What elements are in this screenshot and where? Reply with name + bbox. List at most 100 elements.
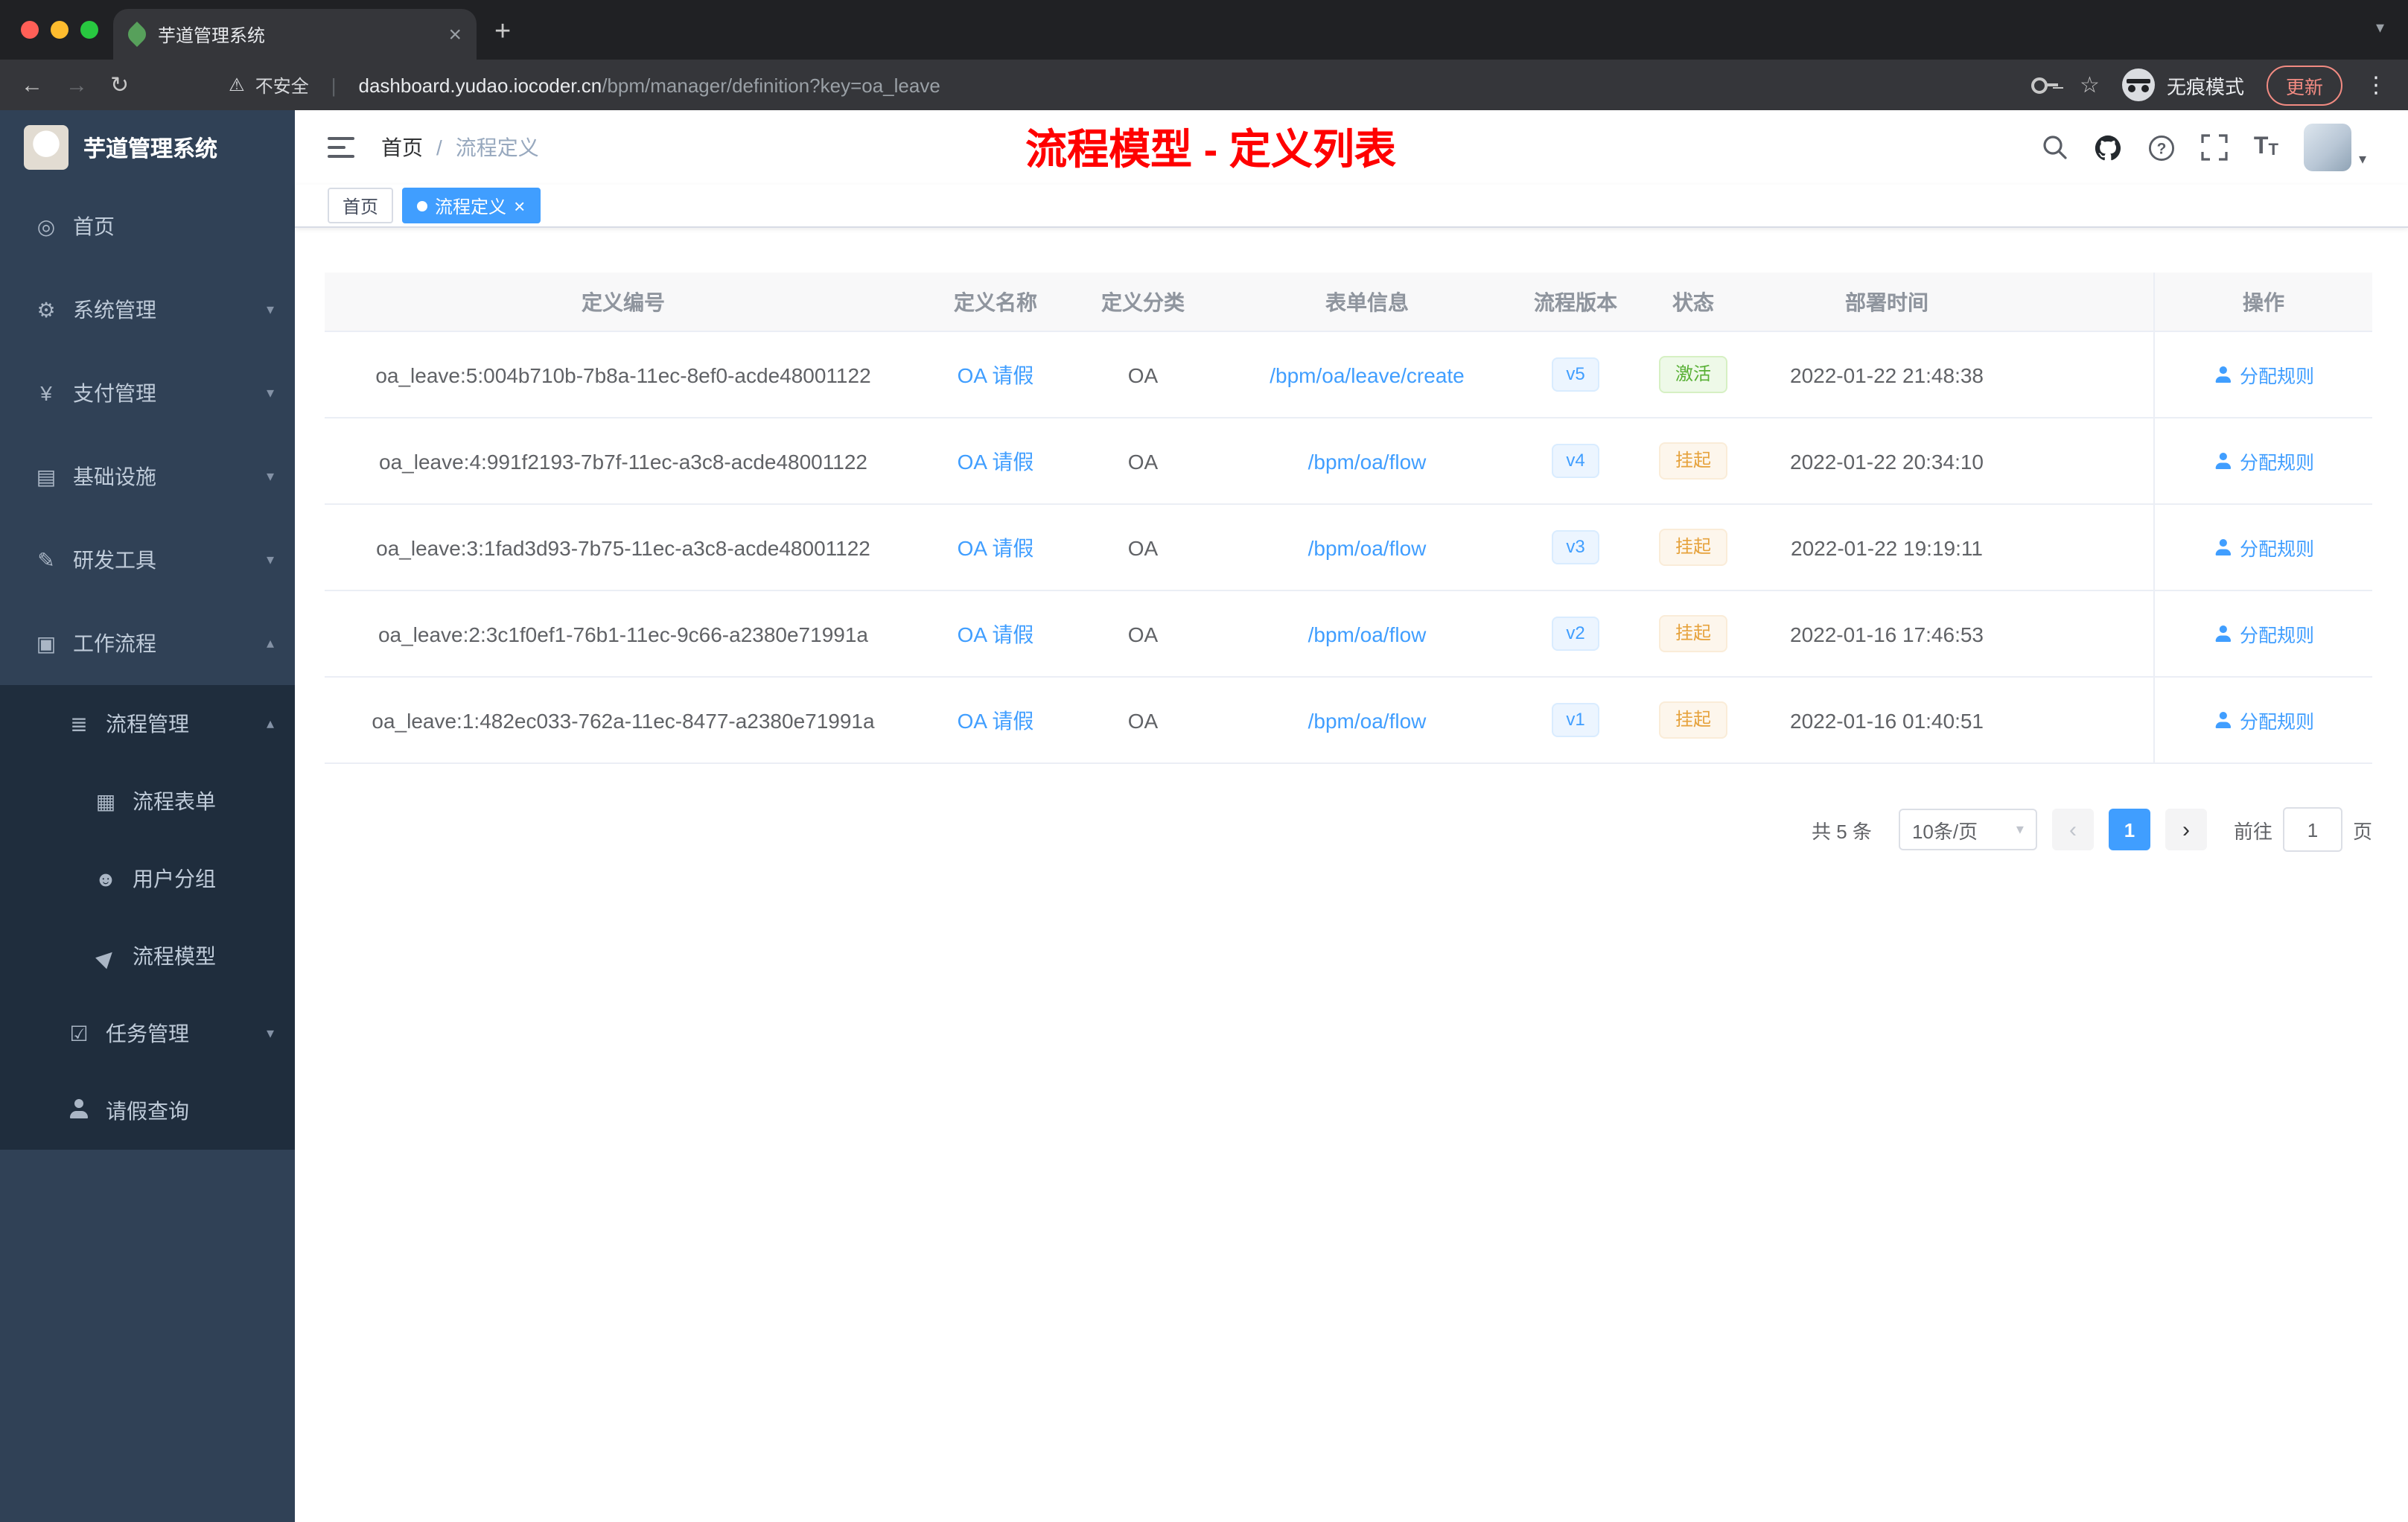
close-icon[interactable]: × <box>514 196 525 215</box>
cell-filler <box>2021 591 2153 676</box>
close-window-button[interactable] <box>21 21 39 39</box>
incognito-label: 无痕模式 <box>2166 75 2244 98</box>
search-icon[interactable] <box>2042 134 2069 161</box>
sidebar-item-process-form[interactable]: ▦ 流程表单 <box>0 762 295 840</box>
tag-label: 首页 <box>343 196 379 217</box>
next-page-button[interactable]: › <box>2165 809 2207 850</box>
app-root: 芋道管理系统 ◎ 首页 ⚙ 系统管理 ▾ ¥ 支付管理 ▾ ▤ 基础设施 ▾ ✎… <box>0 110 2408 1522</box>
cell-deploy-time: 2022-01-22 19:19:11 <box>1791 535 1983 559</box>
new-tab-button[interactable]: + <box>494 16 511 49</box>
key-icon[interactable] <box>2030 74 2058 95</box>
user-icon <box>2214 625 2231 643</box>
workflow-submenu: ≣ 流程管理 ▴ ▦ 流程表单 ☻ 用户分组 ▶ 流程模型 ☑ 任务管理 ▾ 请… <box>0 685 295 1150</box>
assign-rule-link[interactable]: 分配规则 <box>2213 447 2314 475</box>
app-title: 芋道管理系统 <box>83 136 218 162</box>
help-icon[interactable]: ? <box>2148 133 2176 162</box>
sidebar-item-label: 流程模型 <box>133 944 216 968</box>
sidebar-item-label: 首页 <box>73 214 115 238</box>
cell-category: OA <box>1127 449 1159 473</box>
sidebar-item-label: 流程表单 <box>133 789 216 813</box>
minimize-window-button[interactable] <box>51 21 69 39</box>
assign-rule-link[interactable]: 分配规则 <box>2213 533 2314 561</box>
col-status: 状态 <box>1672 290 1714 313</box>
breadcrumb-home[interactable]: 首页 <box>381 133 423 162</box>
assign-rule-label: 分配规则 <box>2239 712 2314 733</box>
page-content: 定义编号 定义名称 定义分类 表单信息 流程版本 状态 部署时间 操作 oa_l… <box>295 228 2408 852</box>
assign-rule-label: 分配规则 <box>2239 453 2314 474</box>
version-tag: v1 <box>1551 703 1600 737</box>
cell-definition-id: oa_leave:3:1fad3d93-7b75-11ec-a3c8-acde4… <box>376 535 870 559</box>
browser-tab[interactable]: 芋道管理系统 × <box>113 9 477 60</box>
page-button-1[interactable]: 1 <box>2108 809 2150 850</box>
reload-icon[interactable]: ↻ <box>110 74 129 96</box>
url-field[interactable]: dashboard.yudao.iocoder.cn/bpm/manager/d… <box>359 74 940 96</box>
assign-rule-link[interactable]: 分配规则 <box>2213 706 2314 734</box>
tab-close-icon[interactable]: × <box>448 23 462 45</box>
browser-menu-icon[interactable]: ⋮ <box>2365 71 2387 98</box>
cell-category: OA <box>1127 622 1159 646</box>
definition-name-link[interactable]: OA 请假 <box>958 532 1034 562</box>
yen-icon: ¥ <box>40 381 52 405</box>
definition-name-link[interactable]: OA 请假 <box>958 705 1034 735</box>
browser-window: 芋道管理系统 × + ▾ ← → ↻ ⚠ 不安全 | dashboard.yud… <box>0 0 2408 1522</box>
tag-process-definition[interactable]: 流程定义 × <box>402 188 541 223</box>
fullscreen-icon[interactable] <box>2202 134 2229 161</box>
bookmark-star-icon[interactable]: ☆ <box>2080 71 2100 98</box>
assign-rule-link[interactable]: 分配规则 <box>2213 620 2314 648</box>
sidebar-item-workflow[interactable]: ▣ 工作流程 ▴ <box>0 602 295 685</box>
sidebar-item-infrastructure[interactable]: ▤ 基础设施 ▾ <box>0 435 295 518</box>
page-size-select[interactable]: 10条/页 ▾ <box>1898 809 2037 850</box>
sidebar-logo[interactable]: 芋道管理系统 <box>0 110 295 185</box>
definition-name-link[interactable]: OA 请假 <box>958 360 1034 389</box>
back-icon[interactable]: ← <box>21 74 43 96</box>
definition-name-link[interactable]: OA 请假 <box>958 446 1034 476</box>
prev-page-button[interactable]: ‹ <box>2051 809 2094 850</box>
font-size-icon[interactable]: TT <box>2254 135 2278 159</box>
sidebar-item-label: 基础设施 <box>73 465 156 488</box>
definition-name-link[interactable]: OA 请假 <box>958 619 1034 649</box>
security-indicator[interactable]: ⚠ 不安全 <box>229 72 309 98</box>
tools-icon: ✎ <box>37 547 55 571</box>
user-menu[interactable]: ▾ <box>2303 124 2366 171</box>
sidebar-toggle-icon[interactable] <box>328 137 354 158</box>
form-link[interactable]: /bpm/oa/flow <box>1308 449 1427 473</box>
sidebar-item-task-management[interactable]: ☑ 任务管理 ▾ <box>0 995 295 1072</box>
version-tag: v5 <box>1551 357 1600 392</box>
cell-filler <box>2021 418 2153 503</box>
sidebar-item-leave-query[interactable]: 请假查询 <box>0 1072 295 1150</box>
tab-search-icon[interactable]: ▾ <box>2376 18 2384 37</box>
warning-icon: ⚠ <box>229 74 245 95</box>
sidebar-item-process-model[interactable]: ▶ 流程模型 <box>0 917 295 995</box>
update-button[interactable]: 更新 <box>2266 65 2342 105</box>
form-link[interactable]: /bpm/oa/flow <box>1308 622 1427 646</box>
maximize-window-button[interactable] <box>80 21 98 39</box>
sidebar-item-process-management[interactable]: ≣ 流程管理 ▴ <box>0 685 295 762</box>
avatar <box>2303 124 2351 171</box>
tag-home[interactable]: 首页 <box>328 188 394 223</box>
url-domain: dashboard.yudao.iocoder.cn <box>358 74 602 96</box>
assign-rule-label: 分配规则 <box>2239 539 2314 560</box>
chevron-down-icon: ▾ <box>266 552 274 568</box>
sidebar-item-devtools[interactable]: ✎ 研发工具 ▾ <box>0 518 295 602</box>
form-link[interactable]: /bpm/oa/flow <box>1308 535 1427 559</box>
sidebar-item-user-group[interactable]: ☻ 用户分组 <box>0 840 295 917</box>
assign-rule-link[interactable]: 分配规则 <box>2213 360 2314 389</box>
workflow-icon: ▣ <box>36 631 57 655</box>
user-icon <box>2214 538 2231 556</box>
task-icon: ☑ <box>69 1021 89 1045</box>
form-link[interactable]: /bpm/oa/leave/create <box>1270 363 1465 386</box>
github-icon[interactable] <box>2095 133 2123 162</box>
sidebar-item-payment[interactable]: ¥ 支付管理 ▾ <box>0 351 295 435</box>
user-icon <box>69 1099 89 1118</box>
cell-category: OA <box>1127 363 1159 386</box>
cell-filler <box>2021 332 2153 417</box>
forward-icon[interactable]: → <box>66 74 88 96</box>
assign-rule-label: 分配规则 <box>2239 625 2314 646</box>
form-link[interactable]: /bpm/oa/flow <box>1308 708 1427 732</box>
goto-page-input[interactable] <box>2282 807 2342 852</box>
sidebar-item-home[interactable]: ◎ 首页 <box>0 185 295 268</box>
status-badge: 挂起 <box>1658 442 1727 480</box>
chevron-up-icon: ▴ <box>266 716 274 732</box>
sidebar-item-system[interactable]: ⚙ 系统管理 ▾ <box>0 268 295 351</box>
caret-down-icon: ▾ <box>2358 152 2366 168</box>
